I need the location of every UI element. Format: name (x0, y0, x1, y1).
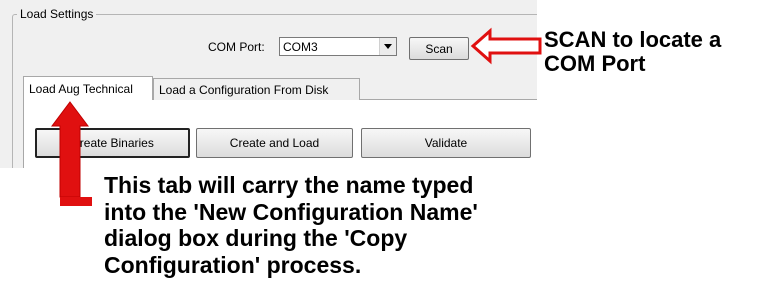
red-up-arrow-icon (51, 101, 92, 206)
tab-label: Load Aug Technical (29, 81, 133, 96)
tab-annotation-line: Configuration' process. (104, 251, 362, 278)
scan-annotation-line: COM Port (544, 51, 646, 76)
tab-annotation-line: This tab will carry the name typed (104, 172, 474, 198)
tab-annotation-line: dialog box during the 'Copy (104, 225, 408, 251)
scan-annotation-line: SCAN to locate a (544, 27, 722, 52)
tab-annotation-line: into the 'New Configuration Name' (104, 198, 478, 225)
red-left-arrow-icon (470, 27, 542, 65)
scan-annotation: SCAN to locate a COM Port (544, 28, 780, 76)
tab-load-aug-technical[interactable]: Load Aug Technical (23, 76, 153, 100)
tab-annotation: This tab will carry the name typed into … (104, 172, 624, 278)
